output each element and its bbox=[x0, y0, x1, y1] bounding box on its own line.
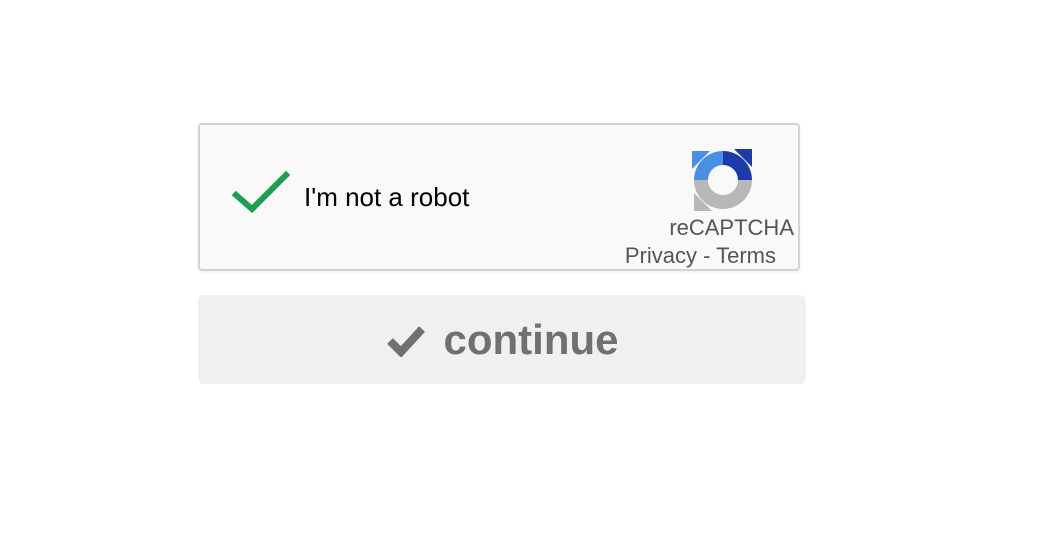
page: I'm not a robot reCAPTCHA Privacy - Term… bbox=[0, 0, 1058, 554]
recaptcha-logo-icon bbox=[692, 149, 752, 211]
recaptcha-brand: reCAPTCHA bbox=[669, 215, 794, 240]
check-icon bbox=[386, 325, 425, 357]
continue-label: continue bbox=[443, 315, 619, 363]
privacy-link[interactable]: Privacy bbox=[625, 243, 697, 268]
legal-links: Privacy - Terms bbox=[606, 243, 776, 269]
terms-link[interactable]: Terms bbox=[716, 243, 776, 268]
checkmark-icon[interactable] bbox=[230, 169, 292, 217]
recaptcha-widget: I'm not a robot reCAPTCHA Privacy - Term… bbox=[198, 123, 800, 271]
continue-button[interactable]: continue bbox=[198, 295, 806, 384]
link-separator: - bbox=[696, 243, 717, 268]
not-a-robot-label: I'm not a robot bbox=[304, 182, 470, 212]
